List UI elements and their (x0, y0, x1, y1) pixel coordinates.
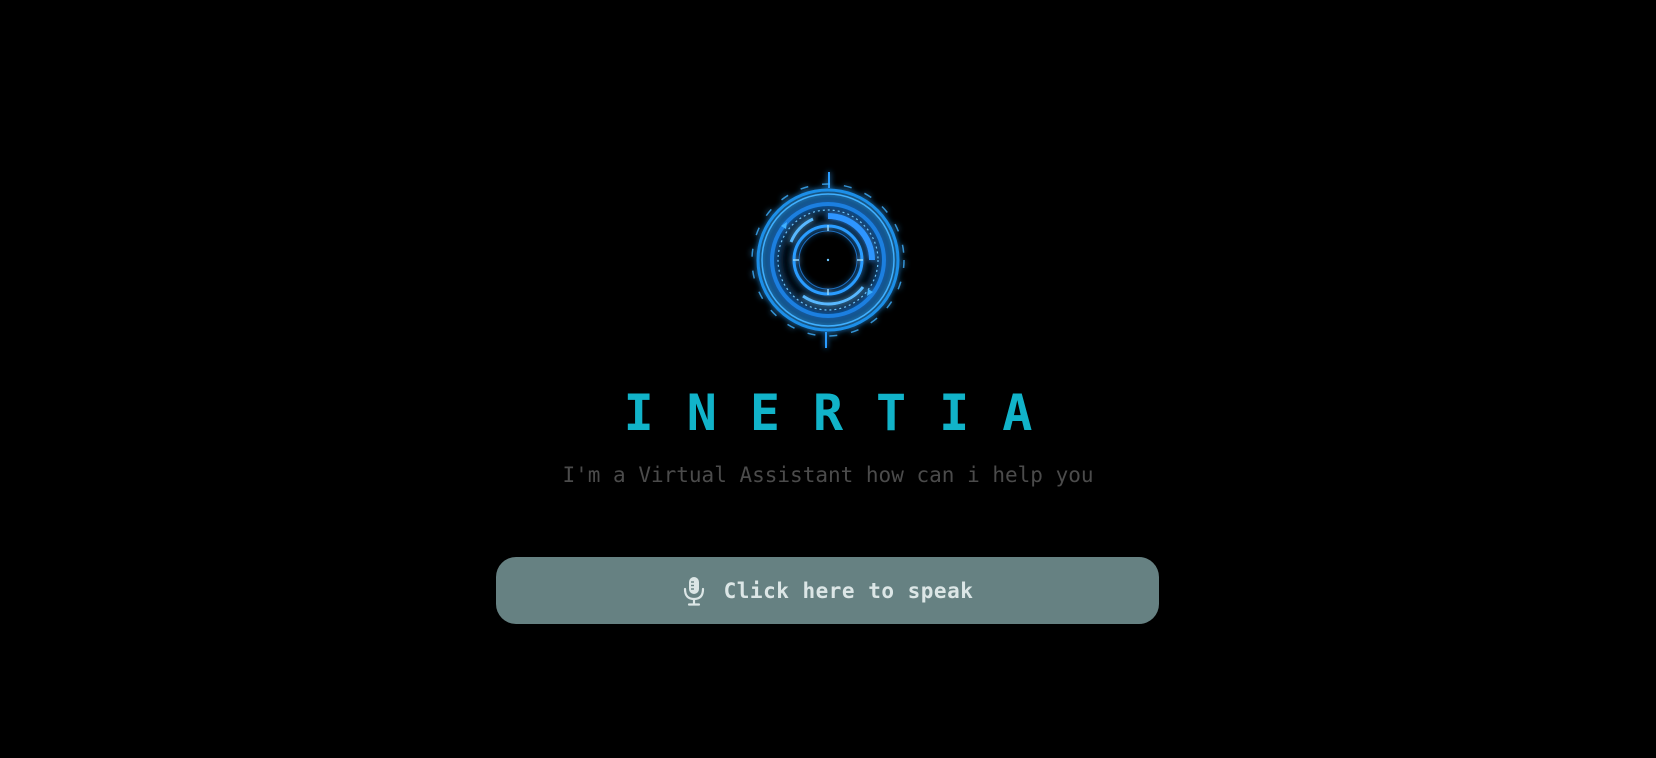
hud-ring-logo-icon (743, 172, 913, 348)
assistant-home-page: INERTIA I'm a Virtual Assistant how can … (0, 0, 1656, 758)
app-subtitle: I'm a Virtual Assistant how can i help y… (562, 463, 1094, 487)
speak-button-label: Click here to speak (723, 578, 974, 603)
speak-button[interactable]: Click here to speak (496, 557, 1159, 624)
app-title: INERTIA (623, 384, 1066, 442)
microphone-icon (682, 576, 706, 606)
